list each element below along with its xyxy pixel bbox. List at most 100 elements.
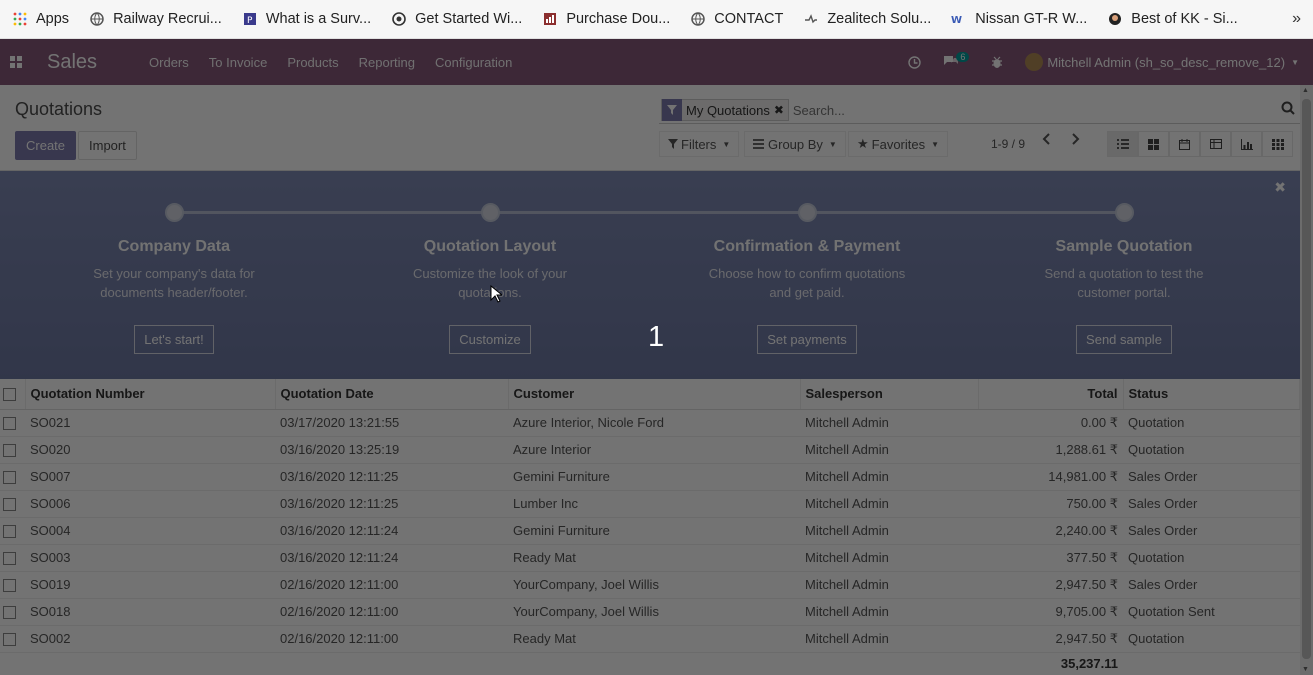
activity-clock-icon[interactable]: [908, 55, 922, 69]
cell-status: Quotation: [1123, 436, 1300, 464]
table-row[interactable]: SO019 02/16/2020 12:11:00 YourCompany, Joe…: [0, 571, 1300, 599]
cell-customer: Ready Mat: [508, 544, 800, 572]
menu-to-invoice[interactable]: To Invoice: [209, 55, 268, 70]
pager-value[interactable]: 1-9 / 9: [991, 137, 1025, 151]
close-icon[interactable]: ✖: [1274, 179, 1286, 196]
search-icon[interactable]: [1281, 101, 1295, 119]
remove-facet-icon[interactable]: ✖: [774, 103, 788, 117]
row-checkbox[interactable]: [3, 525, 16, 539]
column-quotation-date[interactable]: Quotation Date: [275, 379, 509, 410]
select-all-checkbox[interactable]: [3, 388, 16, 402]
cell-quotation-date: 03/16/2020 12:11:25: [275, 463, 508, 491]
bookmark-best-of-kk[interactable]: Best of KK - Si...: [1107, 11, 1238, 27]
create-button[interactable]: Create: [15, 131, 77, 160]
row-checkbox[interactable]: [3, 471, 16, 485]
step-title: Company Data: [117, 238, 231, 255]
import-button[interactable]: Import: [78, 131, 137, 160]
search-input[interactable]: [792, 102, 1281, 118]
lets-start-button[interactable]: Let's start!: [134, 325, 214, 354]
bookmark-nissan[interactable]: W Nissan GT-R W...: [951, 11, 1087, 27]
row-checkbox[interactable]: [3, 444, 16, 458]
row-checkbox-cell[interactable]: [0, 625, 25, 653]
table-row[interactable]: SO002 02/16/2020 12:11:00 Ready Mat Mitchel…: [0, 625, 1300, 653]
row-checkbox[interactable]: [3, 498, 16, 512]
cell-quotation-number: SO021: [25, 409, 275, 437]
menu-orders[interactable]: Orders: [149, 55, 189, 70]
menu-products[interactable]: Products: [287, 55, 338, 70]
table-row[interactable]: SO021 03/17/2020 13:21:55 Azure Interior, …: [0, 409, 1300, 437]
bookmark-apps[interactable]: Apps: [12, 11, 69, 27]
page-scrollbar[interactable]: ▲ ▼: [1300, 85, 1313, 675]
bookmark-railway[interactable]: Railway Recrui...: [89, 11, 222, 27]
bookmark-survey[interactable]: P What is a Surv...: [242, 11, 371, 27]
graph-view-icon[interactable]: [1231, 131, 1262, 157]
pivot-view-icon[interactable]: [1200, 131, 1231, 157]
row-checkbox[interactable]: [3, 633, 16, 647]
row-checkbox[interactable]: [3, 552, 16, 566]
step-dot: [481, 203, 500, 222]
customize-button[interactable]: Customize: [449, 325, 531, 354]
calendar-view-icon[interactable]: [1169, 131, 1200, 157]
kanban-view-icon[interactable]: [1138, 131, 1169, 157]
select-all-checkbox-cell[interactable]: [0, 379, 26, 410]
bookmark-zealitech[interactable]: Zealitech Solu...: [803, 11, 931, 27]
column-customer[interactable]: Customer: [508, 379, 801, 410]
table-row[interactable]: SO007 03/16/2020 12:11:25 Gemini Furniture…: [0, 463, 1300, 491]
row-checkbox-cell[interactable]: [0, 463, 25, 491]
bookmark-get-started[interactable]: Get Started Wi...: [391, 11, 522, 27]
menu-reporting[interactable]: Reporting: [359, 55, 415, 70]
column-total[interactable]: Total: [978, 379, 1124, 410]
scroll-up-icon[interactable]: ▲: [1302, 87, 1309, 94]
bookmarks-more-button[interactable]: »: [1292, 10, 1301, 28]
cell-quotation-number: SO020: [25, 436, 275, 464]
row-checkbox-cell[interactable]: [0, 490, 25, 518]
cell-salesperson: Mitchell Admin: [800, 463, 978, 491]
user-menu[interactable]: Mitchell Admin (sh_so_desc_remove_12) ▼: [1025, 53, 1299, 71]
row-checkbox-cell[interactable]: [0, 409, 25, 437]
app-brand[interactable]: Sales: [47, 51, 97, 74]
row-checkbox[interactable]: [3, 606, 16, 620]
table-row[interactable]: SO003 03/16/2020 12:11:24 Ready Mat Mitchel…: [0, 544, 1300, 572]
row-checkbox[interactable]: [3, 579, 16, 593]
groupby-dropdown[interactable]: Group By ▼: [744, 131, 846, 157]
column-salesperson[interactable]: Salesperson: [800, 379, 979, 410]
favorites-dropdown[interactable]: ★ Favorites ▼: [848, 131, 949, 157]
cohort-view-icon[interactable]: [1262, 131, 1293, 157]
cell-salesperson: Mitchell Admin: [800, 517, 978, 545]
footer-spacer: [1123, 652, 1300, 674]
debug-bug-icon[interactable]: [991, 56, 1003, 69]
cell-customer: Lumber Inc: [508, 490, 800, 518]
row-checkbox-cell[interactable]: [0, 517, 25, 545]
table-row[interactable]: SO004 03/16/2020 12:11:24 Gemini Furniture…: [0, 517, 1300, 545]
cell-salesperson: Mitchell Admin: [800, 436, 978, 464]
menu-configuration[interactable]: Configuration: [435, 55, 512, 70]
row-checkbox-cell[interactable]: [0, 544, 25, 572]
pager-previous-icon[interactable]: [1042, 132, 1052, 150]
app-switcher-icon[interactable]: [0, 56, 32, 68]
bookmark-contact[interactable]: CONTACT: [690, 11, 783, 27]
bookmark-purchase[interactable]: Purchase Dou...: [542, 11, 670, 27]
column-quotation-number[interactable]: Quotation Number: [25, 379, 276, 410]
scroll-down-icon[interactable]: ▼: [1302, 666, 1309, 673]
filters-dropdown[interactable]: Filters ▼: [659, 131, 740, 157]
search-facet[interactable]: My Quotations ✖: [661, 99, 789, 121]
table-row[interactable]: SO020 03/16/2020 13:25:19 Azure Interior Mi…: [0, 436, 1300, 464]
bookmarks-bar: Apps Railway Recrui... P What is a Surv.…: [0, 0, 1313, 39]
step-title: Quotation Layout: [423, 238, 557, 255]
svg-text:W: W: [951, 15, 962, 26]
cell-total: 377.50 ₹: [978, 544, 1123, 572]
row-checkbox-cell[interactable]: [0, 598, 25, 626]
list-view-icon[interactable]: [1107, 131, 1138, 157]
scroll-thumb[interactable]: [1302, 99, 1311, 659]
set-payments-button[interactable]: Set payments: [757, 325, 857, 354]
row-checkbox[interactable]: [3, 417, 16, 431]
messaging-button[interactable]: 6: [943, 52, 970, 70]
send-sample-button[interactable]: Send sample: [1076, 325, 1172, 354]
table-row[interactable]: SO018 02/16/2020 12:11:00 YourCompany, Joe…: [0, 598, 1300, 626]
table-row[interactable]: SO006 03/16/2020 12:11:25 Lumber Inc Mitche…: [0, 490, 1300, 518]
row-checkbox-cell[interactable]: [0, 436, 25, 464]
globe-icon: [89, 11, 105, 27]
pager-next-icon[interactable]: [1070, 132, 1080, 150]
column-status[interactable]: Status: [1123, 379, 1300, 410]
row-checkbox-cell[interactable]: [0, 571, 25, 599]
